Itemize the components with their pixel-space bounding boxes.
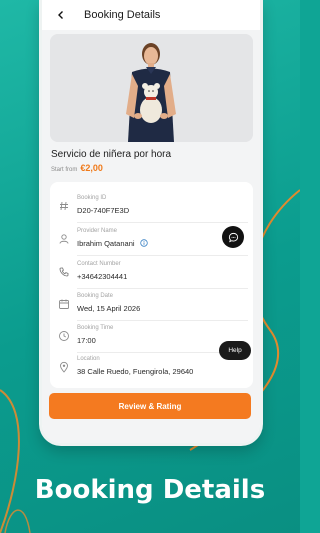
- detail-label: Booking Date: [77, 293, 114, 299]
- detail-row-date: Booking Date Wed, 15 April 2026: [58, 292, 248, 322]
- help-button[interactable]: Help: [219, 341, 251, 360]
- service-image: [50, 34, 253, 142]
- app-screen: Booking Details Servicio de niñera por h…: [42, 0, 260, 443]
- divider: [77, 320, 248, 321]
- chat-bubble-icon: [228, 232, 238, 242]
- detail-row-contact: Contact Number +34642304441: [58, 260, 248, 290]
- detail-label: Booking ID: [77, 195, 107, 201]
- person-icon: [59, 234, 69, 244]
- detail-label: Location: [77, 356, 100, 362]
- detail-value[interactable]: +34642304441: [77, 272, 127, 281]
- clock-icon: [59, 331, 69, 341]
- detail-label: Contact Number: [77, 261, 121, 267]
- calendar-icon: [59, 299, 69, 309]
- divider: [77, 255, 248, 256]
- detail-label: Provider Name: [77, 228, 118, 234]
- detail-row-location: Location 38 Calle Ruedo, Fuengirola, 296…: [58, 355, 248, 385]
- provider-name[interactable]: Ibrahim Qatanani: [77, 239, 135, 248]
- nanny-holding-teddy-image: [50, 34, 253, 142]
- detail-value: D20-740F7E3D: [77, 206, 130, 215]
- detail-label: Booking Time: [77, 325, 114, 331]
- chat-button[interactable]: [222, 226, 244, 248]
- detail-value: Ibrahim Qatanani: [77, 239, 148, 248]
- review-rating-button[interactable]: Review & Rating: [49, 393, 251, 419]
- price-prefix: Start from: [51, 167, 78, 173]
- detail-value: 17:00: [77, 336, 96, 345]
- promo-caption: Booking Details: [34, 475, 266, 505]
- price-row: Start from €2,00: [51, 163, 103, 173]
- detail-row-booking-id: Booking ID D20-740F7E3D: [58, 194, 248, 224]
- location-pin-icon: [60, 361, 68, 373]
- phone-frame: Booking Details Servicio de niñera por h…: [39, 0, 263, 446]
- info-icon[interactable]: [139, 239, 148, 247]
- price-value: €2,00: [80, 163, 103, 173]
- app-bar: Booking Details: [42, 0, 260, 30]
- divider: [77, 288, 248, 289]
- detail-row-provider: Provider Name Ibrahim Qatanani: [58, 227, 248, 257]
- divider: [77, 222, 248, 223]
- hash-icon: [60, 201, 68, 211]
- detail-value: 38 Calle Ruedo, Fuengirola, 29640: [77, 367, 194, 376]
- phone-icon: [59, 267, 69, 277]
- detail-value: Wed, 15 April 2026: [77, 304, 141, 313]
- page-title: Booking Details: [84, 9, 161, 21]
- service-name: Servicio de niñera por hora: [51, 149, 172, 160]
- back-arrow-icon: [58, 11, 63, 19]
- back-button[interactable]: [52, 6, 70, 24]
